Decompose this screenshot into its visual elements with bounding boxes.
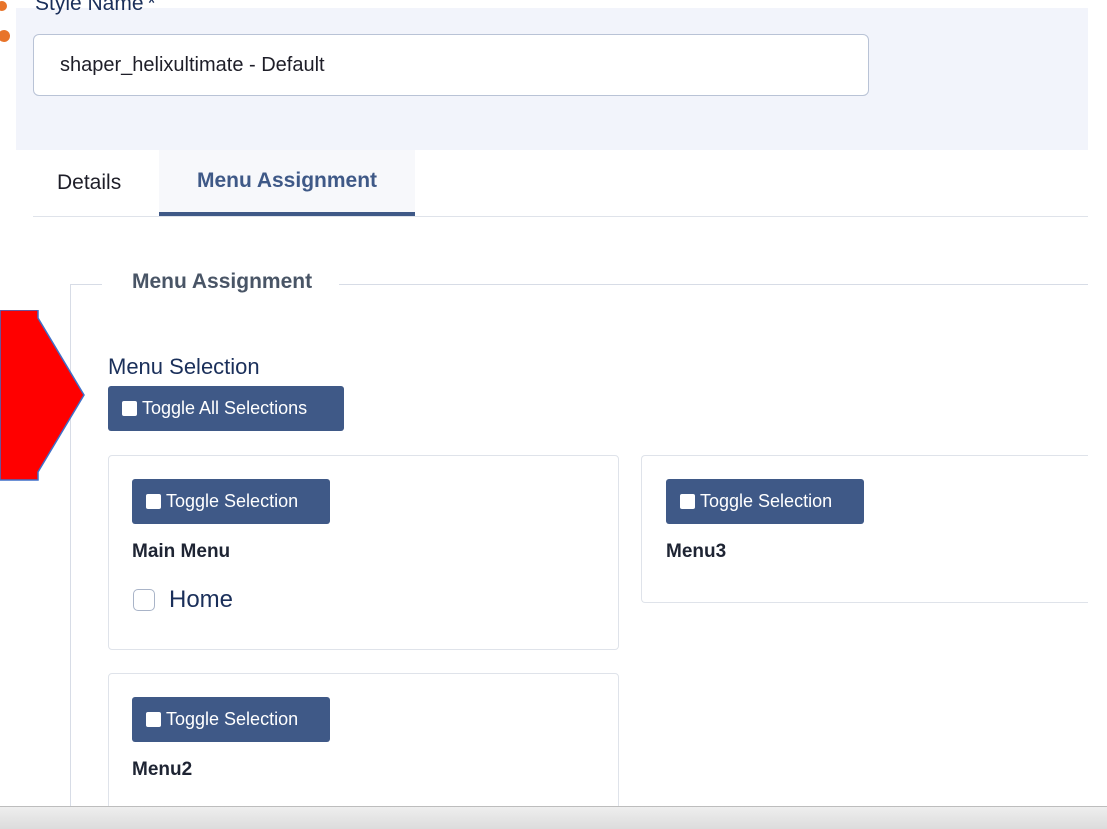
toggle-selection-label: Toggle Selection: [166, 491, 299, 511]
menu-title: Menu3: [666, 541, 727, 562]
white-square-icon: [122, 401, 137, 416]
home-checkbox[interactable]: [133, 589, 155, 611]
menu-card-menu2: Toggle Selection Menu2: [108, 673, 619, 822]
menu-selection-label: Menu Selection: [108, 354, 260, 379]
menu-card-main-menu: Toggle Selection Main Menu Home: [108, 455, 619, 650]
toggle-selection-label: Toggle Selection: [166, 709, 299, 729]
red-arrow-icon: [0, 310, 85, 481]
style-name-label: Style Name *: [35, 0, 156, 16]
toggle-selection-label: Toggle Selection: [700, 491, 833, 511]
toggle-selection-button[interactable]: Toggle Selection: [666, 479, 864, 524]
right-edge: [1088, 0, 1107, 828]
white-square-icon: [680, 494, 695, 509]
white-square-icon: [146, 494, 161, 509]
white-square-icon: [146, 712, 161, 727]
menu-title: Main Menu: [132, 541, 231, 562]
required-marker: *: [147, 0, 156, 15]
toggle-all-label: Toggle All Selections: [142, 398, 308, 418]
tab-menu-assignment[interactable]: Menu Assignment: [159, 150, 415, 216]
toggle-all-selections-button[interactable]: Toggle All Selections: [108, 386, 344, 431]
tab-details[interactable]: Details: [33, 150, 159, 216]
menu-title: Menu2: [132, 759, 193, 780]
fieldset-legend: Menu Assignment: [102, 270, 340, 294]
menu-card-menu3: Toggle Selection Menu3: [641, 455, 1089, 603]
toggle-selection-button[interactable]: Toggle Selection: [132, 479, 330, 524]
style-name-input[interactable]: [33, 34, 869, 96]
menu-item-home: Home: [133, 586, 233, 614]
menu-item-label: Home: [169, 586, 234, 613]
bottom-edge: [0, 806, 1107, 829]
tab-bar: Details Menu Assignment: [33, 150, 1088, 217]
toggle-selection-button[interactable]: Toggle Selection: [132, 697, 330, 742]
